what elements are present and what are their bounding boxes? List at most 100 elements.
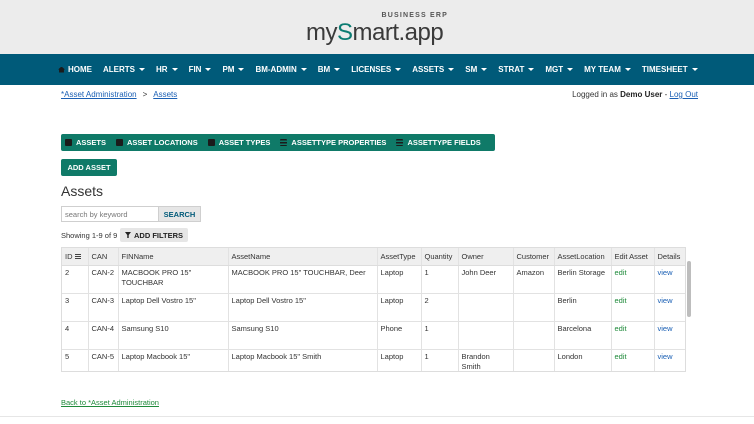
tab-assettype-fields[interactable]: ASSETTYPE FIELDS (396, 138, 481, 147)
tab-assets[interactable]: ASSETS (65, 138, 106, 147)
cell-location: London (554, 349, 612, 371)
login-user: Demo User (620, 90, 663, 99)
nav-item-hr[interactable]: HR (156, 65, 178, 74)
nav-item-strat[interactable]: STRAT (498, 65, 535, 74)
nav-item-label: ALERTS (103, 65, 135, 74)
table-row: 2 CAN-2 MACBOOK PRO 15" TOUCHBAR MACBOOK PR… (62, 265, 685, 294)
column-header-label: AssetType (380, 251, 416, 261)
assets-table-container[interactable]: ID CAN FINName AssetName AssetType Quantity Ow… (61, 247, 686, 372)
cell-type: Phone (377, 321, 422, 350)
chevron-down-icon (691, 68, 698, 71)
logout-link[interactable]: Log Out (670, 90, 698, 99)
nav-item-label: FIN (188, 65, 202, 74)
tab-asset-locations[interactable]: ASSET LOCATIONS (116, 138, 198, 147)
column-header-assettype[interactable]: AssetType (377, 248, 422, 266)
nav-item-my-team[interactable]: MY TEAM (584, 65, 631, 74)
nav-item-bm[interactable]: BM (317, 65, 341, 74)
nav-item-alerts[interactable]: ALERTS (103, 65, 145, 74)
nav-item-mgt[interactable]: MGT (545, 65, 574, 74)
cell-owner: John Deer (458, 265, 514, 294)
edit-asset-link[interactable]: edit (615, 268, 627, 277)
nav-item-timesheet[interactable]: TIMESHEET (642, 65, 698, 74)
column-header-label: AssetLocation (557, 251, 605, 261)
column-header-assetlocation[interactable]: AssetLocation (554, 248, 612, 266)
edit-asset-link[interactable]: edit (615, 296, 627, 305)
view-details-link[interactable]: view (658, 324, 673, 333)
tab-assettype-properties[interactable]: ASSETTYPE PROPERTIES (280, 138, 386, 147)
view-details-link[interactable]: view (658, 296, 673, 305)
cell-finname: MACBOOK PRO 15" TOUCHBAR (118, 265, 229, 294)
view-details-link[interactable]: view (658, 352, 673, 361)
nav-item-label: MY TEAM (584, 65, 621, 74)
login-prefix: Logged in as (572, 90, 618, 99)
column-header-finname[interactable]: FINName (118, 248, 229, 266)
breadcrumb-parent-link[interactable]: *Asset Administration (61, 90, 137, 99)
search-button[interactable]: SEARCH (158, 206, 201, 222)
filter-icon (124, 232, 131, 238)
add-filters-label: ADD FILTERS (133, 230, 184, 240)
search-input[interactable] (61, 206, 158, 222)
column-header-edit-asset[interactable]: Edit Asset (611, 248, 655, 266)
column-header-label: AssetName (231, 251, 271, 261)
column-header-quantity[interactable]: Quantity (421, 248, 459, 266)
table-scrollbar[interactable] (687, 261, 691, 317)
brand-name: mySmart.app (306, 19, 444, 47)
cell-edit: edit (611, 293, 655, 322)
cell-assetname: Laptop Macbook 15" Smith (228, 349, 378, 371)
brand-logo[interactable]: BUSINESS ERP mySmart.app (306, 12, 456, 48)
nav-item-pm[interactable]: PM (222, 65, 245, 74)
back-to-admin-link[interactable]: Back to *Asset Administration (61, 398, 159, 407)
nav-item-label: LICENSES (351, 65, 392, 74)
chevron-down-icon (334, 68, 341, 71)
chevron-down-icon (205, 68, 212, 71)
view-details-link[interactable]: view (658, 268, 673, 277)
main-nav: HOME ALERTS HR FIN PM BM-ADMIN BM LICENSES ASSET… (58, 54, 709, 85)
cell-finname: Samsung S10 (118, 321, 229, 350)
column-header-customer[interactable]: Customer (513, 248, 555, 266)
cell-finname: Laptop Macbook 15" (118, 349, 229, 371)
edit-asset-link[interactable]: edit (615, 352, 627, 361)
nav-item-label: STRAT (498, 65, 525, 74)
edit-asset-link[interactable]: edit (615, 324, 627, 333)
cell-id: 3 (62, 293, 89, 322)
chevron-down-icon (300, 68, 307, 71)
nav-item-fin[interactable]: FIN (189, 65, 212, 74)
table-header-row: ID CAN FINName AssetName AssetType Quantity Ow… (62, 248, 685, 266)
tab-label: ASSETTYPE FIELDS (407, 138, 481, 147)
list-icon (396, 139, 404, 146)
sort-icon[interactable] (74, 253, 81, 260)
nav-item-sm[interactable]: SM (465, 65, 488, 74)
column-header-label: Edit Asset (614, 251, 648, 261)
nav-item-label: BM (317, 65, 331, 74)
nav-item-assets[interactable]: ASSETS (412, 65, 455, 74)
chevron-down-icon (624, 68, 631, 71)
cell-type: Laptop (377, 349, 422, 371)
column-header-details[interactable]: Details (654, 248, 685, 266)
chevron-down-icon (448, 68, 455, 71)
cell-can: CAN-4 (88, 321, 119, 350)
table-row: 3 CAN-3 Laptop Dell Vostro 15" Laptop Dell … (62, 293, 685, 322)
column-header-id[interactable]: ID (62, 248, 89, 266)
nav-item-licenses[interactable]: LICENSES (351, 65, 402, 74)
nav-item-label: HOME (68, 65, 92, 74)
column-header-owner[interactable]: Owner (458, 248, 514, 266)
cell-edit: edit (611, 349, 655, 371)
header-band: BUSINESS ERP mySmart.app (0, 0, 754, 54)
column-header-can[interactable]: CAN (88, 248, 119, 266)
breadcrumb-current-link[interactable]: Assets (153, 90, 177, 99)
cell-finname: Laptop Dell Vostro 15" (118, 293, 229, 322)
column-header-assetname[interactable]: AssetName (228, 248, 378, 266)
cell-id: 2 (62, 265, 89, 294)
nav-item-bm-admin[interactable]: BM-ADMIN (255, 65, 307, 74)
tab-asset-types[interactable]: ASSET TYPES (207, 138, 270, 147)
add-asset-button[interactable]: ADD ASSET (61, 159, 117, 176)
cell-customer (513, 293, 555, 322)
cell-type: Laptop (377, 265, 422, 294)
add-filters-button[interactable]: ADD FILTERS (120, 228, 188, 242)
nav-item-label: HR (156, 65, 168, 74)
assets-table: ID CAN FINName AssetName AssetType Quantity Ow… (62, 248, 685, 371)
cell-details: view (654, 349, 685, 371)
cell-edit: edit (611, 321, 655, 350)
chevron-down-icon (395, 68, 402, 71)
nav-item-home[interactable]: HOME (58, 65, 92, 74)
